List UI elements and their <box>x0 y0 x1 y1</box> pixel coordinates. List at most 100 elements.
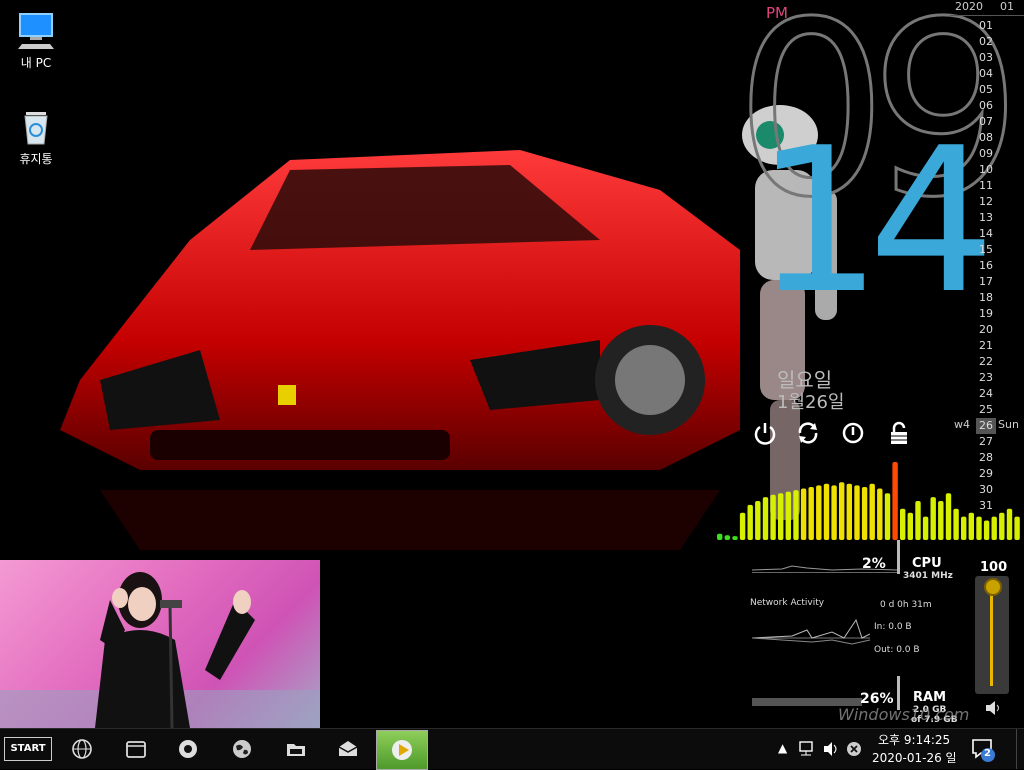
visualizer-bar <box>724 535 730 540</box>
visualizer-bar <box>869 483 875 540</box>
visualizer-bar <box>1006 508 1013 540</box>
calendar-day: 03 <box>979 51 993 64</box>
show-desktop-button[interactable] <box>1016 729 1024 769</box>
clock-minute: 14 <box>755 105 995 338</box>
visualizer-bar <box>793 490 799 540</box>
visualizer-bar <box>861 487 868 540</box>
calendar-month: 01 <box>1000 0 1014 13</box>
calendar-divider <box>950 15 1024 16</box>
calendar-day: 14 <box>979 227 993 240</box>
calendar-day: 09 <box>979 147 993 160</box>
calendar-day: 23 <box>979 371 993 384</box>
notification-count: 2 <box>984 748 991 759</box>
calendar-day: 06 <box>979 99 993 112</box>
visualizer-bar <box>991 516 997 540</box>
network-in: In: 0.0 B <box>874 622 912 632</box>
visualizer-bar <box>945 493 952 540</box>
calendar-weekday: Sun <box>998 418 1019 431</box>
calendar-year: 2020 <box>955 0 983 13</box>
tray-date[interactable]: 2020-01-26 일 <box>872 749 957 766</box>
cpu-label: CPU <box>912 556 942 571</box>
chrome-icon[interactable] <box>174 735 202 763</box>
calendar-day: 16 <box>979 259 993 272</box>
taskbar: START ▲ 오후 9:14:25 2020-01-26 일 2 <box>0 728 1024 770</box>
visualizer-bar <box>816 485 822 540</box>
visualizer-bar <box>968 512 974 540</box>
cpu-freq: 3401 MHz <box>903 571 953 581</box>
standby-icon[interactable] <box>840 420 866 446</box>
folder-icon[interactable] <box>282 735 310 763</box>
network-out: Out: 0.0 B <box>874 645 920 655</box>
restart-icon[interactable] <box>795 420 821 446</box>
visualizer-bar <box>877 488 883 540</box>
visualizer-bar <box>755 501 761 540</box>
visualizer-bar <box>839 482 845 540</box>
calendar-day: 10 <box>979 163 993 176</box>
visualizer-bar <box>892 462 898 540</box>
calendar-day: 11 <box>979 179 993 192</box>
tray-time[interactable]: 오후 9:14:25 <box>878 731 950 748</box>
window-icon[interactable] <box>122 735 150 763</box>
visualizer-bar <box>900 508 906 540</box>
visualizer-bar <box>762 497 769 540</box>
cpu-bar <box>897 540 900 574</box>
clock-date: 1월26일 <box>777 392 845 413</box>
tray-overflow-icon[interactable]: ▲ <box>778 741 787 755</box>
visualizer-bar <box>915 501 921 540</box>
calendar-day: 22 <box>979 355 993 368</box>
calendar-day: 08 <box>979 131 993 144</box>
visualizer-bar <box>930 497 936 540</box>
visualizer-bar <box>770 494 776 540</box>
calendar-day: 17 <box>979 275 993 288</box>
calendar-day: 21 <box>979 339 993 352</box>
calendar-day-list: 01 02 03 04 05 06 07 08 09 10 11 12 13 14 15 16 17 18 19 20… <box>976 18 996 514</box>
calendar-day: 18 <box>979 291 993 304</box>
visualizer-bar <box>983 520 990 540</box>
volume-knob[interactable] <box>984 578 1002 596</box>
notification-center-icon[interactable]: 2 <box>970 737 996 763</box>
calendar-day: 26 <box>976 418 996 434</box>
mail-icon[interactable] <box>334 735 362 763</box>
world-icon[interactable] <box>228 735 256 763</box>
network-tray-icon[interactable] <box>798 741 816 760</box>
visualizer-bar <box>922 516 929 540</box>
visualizer-bar <box>884 493 891 540</box>
cpu-percent: 2% <box>862 556 886 572</box>
power-icon[interactable] <box>752 420 778 446</box>
visualizer-bar <box>1014 516 1020 540</box>
network-label: Network Activity <box>750 598 825 608</box>
calendar-day: 02 <box>979 35 993 48</box>
media-player-icon[interactable] <box>376 730 428 770</box>
calendar-day: 07 <box>979 115 993 128</box>
volume-tray-icon[interactable] <box>822 741 840 760</box>
visualizer-bar <box>907 512 913 540</box>
watermark-text: Windows10.com <box>838 705 970 724</box>
calendar-day: 20 <box>979 323 993 336</box>
visualizer-bar <box>732 536 738 540</box>
calendar-day: 15 <box>979 243 993 256</box>
volume-level: 100 <box>980 560 1008 575</box>
video-player[interactable] <box>0 560 320 728</box>
visualizer-bar <box>976 516 982 540</box>
calendar-day: 01 <box>979 19 993 32</box>
close-circle-icon[interactable] <box>846 741 862 760</box>
calendar-week: w4 <box>954 418 970 431</box>
desktop-icon-label: 내 PC <box>20 56 52 70</box>
globe-icon[interactable] <box>68 735 96 763</box>
calendar-day: 25 <box>979 403 993 416</box>
lock-icon[interactable] <box>886 420 912 446</box>
calendar-day: 19 <box>979 307 993 320</box>
desktop-icon-this-pc[interactable]: 내 PC <box>4 10 68 71</box>
calendar-day: 13 <box>979 211 993 224</box>
wallpaper-car <box>60 150 740 550</box>
visualizer-bar <box>831 485 837 540</box>
speaker-icon[interactable] <box>984 700 1002 720</box>
visualizer-bar <box>808 487 814 540</box>
calendar-day: 27 <box>979 435 993 448</box>
visualizer-bar <box>953 508 959 540</box>
volume-track <box>990 590 993 686</box>
video-frame <box>0 572 320 728</box>
visualizer-bar <box>785 491 791 540</box>
start-button[interactable]: START <box>4 737 52 761</box>
visualizer-bar <box>846 483 852 540</box>
